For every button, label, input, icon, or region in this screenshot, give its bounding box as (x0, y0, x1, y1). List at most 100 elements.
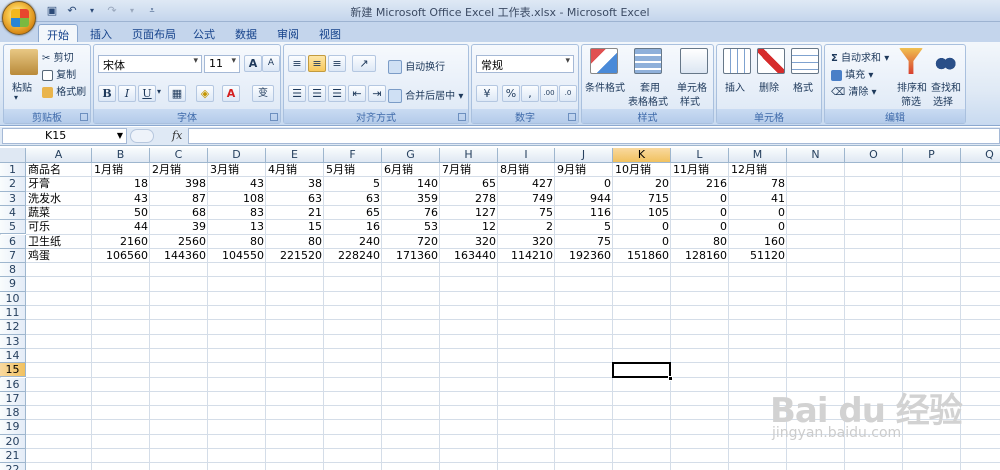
column-header-j[interactable]: J (555, 148, 613, 163)
column-header-d[interactable]: D (208, 148, 266, 163)
cell-i2[interactable]: 427 (498, 177, 555, 191)
name-box[interactable]: K15 ▼ (2, 128, 127, 144)
cell-h1[interactable]: 7月销 (440, 163, 498, 177)
cell-b7[interactable]: 106560 (92, 249, 150, 263)
paste-dropdown-icon[interactable]: ▾ (14, 93, 18, 102)
cell-f1[interactable]: 5月销 (324, 163, 382, 177)
cell-l5[interactable]: 0 (671, 220, 729, 234)
cell-m1[interactable]: 12月销 (729, 163, 787, 177)
alignment-launcher-icon[interactable] (458, 113, 466, 121)
column-header-e[interactable]: E (266, 148, 324, 163)
select-all-corner[interactable] (0, 148, 26, 163)
column-header-n[interactable]: N (787, 148, 845, 163)
row-header-2[interactable]: 2 (0, 177, 26, 192)
find-select-button-2[interactable]: 选择 (933, 93, 953, 108)
align-center-icon[interactable]: ☰ (308, 85, 326, 102)
row-header-3[interactable]: 3 (0, 191, 26, 206)
cell-k1[interactable]: 10月销 (613, 163, 671, 177)
delete-cells-button[interactable]: 删除 (759, 79, 779, 94)
underline-dropdown-icon[interactable]: ▾ (157, 87, 161, 96)
tab-insert[interactable]: 插入 (82, 24, 120, 42)
row-header-14[interactable]: 14 (0, 348, 26, 364)
align-bottom-icon[interactable]: ≡ (328, 55, 346, 72)
column-header-p[interactable]: P (903, 148, 961, 163)
underline-button[interactable]: U (138, 85, 156, 102)
cell-d5[interactable]: 13 (208, 220, 266, 234)
formula-input[interactable] (188, 128, 1000, 144)
cell-l4[interactable]: 0 (671, 206, 729, 220)
cell-c1[interactable]: 2月销 (150, 163, 208, 177)
cell-b6[interactable]: 2160 (92, 235, 150, 249)
row-header-7[interactable]: 7 (0, 248, 26, 264)
cell-h7[interactable]: 163440 (440, 249, 498, 263)
fill-color-icon[interactable]: ◈ (196, 85, 214, 102)
cut-button[interactable]: ✂ 剪切 (42, 49, 74, 64)
cell-c2[interactable]: 398 (150, 177, 208, 191)
shrink-font-button[interactable]: A (262, 55, 280, 72)
cell-d3[interactable]: 108 (208, 192, 266, 206)
cell-b1[interactable]: 1月销 (92, 163, 150, 177)
cell-d2[interactable]: 43 (208, 177, 266, 191)
office-button[interactable] (2, 1, 36, 35)
cell-l6[interactable]: 80 (671, 235, 729, 249)
cell-m2[interactable]: 78 (729, 177, 787, 191)
row-header-10[interactable]: 10 (0, 291, 26, 306)
cell-c6[interactable]: 2560 (150, 235, 208, 249)
cell-c7[interactable]: 144360 (150, 249, 208, 263)
cell-k7[interactable]: 151860 (613, 249, 671, 263)
row-header-17[interactable]: 17 (0, 391, 26, 407)
cell-i1[interactable]: 8月销 (498, 163, 555, 177)
column-header-k[interactable]: K (613, 148, 671, 163)
font-launcher-icon[interactable] (270, 113, 278, 121)
cell-m4[interactable]: 0 (729, 206, 787, 220)
conditional-formatting-button[interactable]: 条件格式 (585, 79, 625, 94)
grow-font-button[interactable]: A (244, 55, 262, 72)
cell-g4[interactable]: 76 (382, 206, 440, 220)
italic-button[interactable]: I (118, 85, 136, 102)
align-right-icon[interactable]: ☰ (328, 85, 346, 102)
cell-e3[interactable]: 63 (266, 192, 324, 206)
cell-k3[interactable]: 715 (613, 192, 671, 206)
font-size-combo[interactable]: 11 ▾ (204, 55, 240, 73)
row-header-8[interactable]: 8 (0, 263, 26, 278)
cell-k5[interactable]: 0 (613, 220, 671, 234)
cell-h2[interactable]: 65 (440, 177, 498, 191)
cell-d4[interactable]: 83 (208, 206, 266, 220)
cell-styles-button-2[interactable]: 样式 (680, 93, 700, 108)
borders-icon[interactable]: ▦ (168, 85, 186, 102)
cell-j1[interactable]: 9月销 (555, 163, 613, 177)
format-as-table-button[interactable]: 套用 (640, 79, 660, 94)
decrease-decimal-button[interactable]: .0 (559, 85, 577, 102)
align-top-icon[interactable]: ≡ (288, 55, 306, 72)
cell-b2[interactable]: 18 (92, 177, 150, 191)
tab-page-layout[interactable]: 页面布局 (124, 24, 184, 42)
cell-j2[interactable]: 0 (555, 177, 613, 191)
cell-m6[interactable]: 160 (729, 235, 787, 249)
column-header-m[interactable]: M (729, 148, 787, 163)
cell-c5[interactable]: 39 (150, 220, 208, 234)
cell-c3[interactable]: 87 (150, 192, 208, 206)
number-format-combo[interactable]: 常规 ▾ (476, 55, 574, 73)
cell-i3[interactable]: 749 (498, 192, 555, 206)
tab-view[interactable]: 视图 (311, 24, 349, 42)
cell-i5[interactable]: 2 (498, 220, 555, 234)
cell-a5[interactable]: 可乐 (26, 220, 92, 234)
cell-f2[interactable]: 5 (324, 177, 382, 191)
align-middle-icon[interactable]: ≡ (308, 55, 326, 72)
column-header-g[interactable]: G (382, 148, 440, 163)
cell-f3[interactable]: 63 (324, 192, 382, 206)
decrease-indent-icon[interactable]: ⇤ (348, 85, 366, 102)
insert-cells-button[interactable]: 插入 (725, 79, 745, 94)
cell-styles-button[interactable]: 单元格 (677, 79, 707, 94)
cell-a6[interactable]: 卫生纸 (26, 235, 92, 249)
row-header-22[interactable]: 22 (0, 463, 26, 470)
cell-f6[interactable]: 240 (324, 235, 382, 249)
tab-data[interactable]: 数据 (227, 24, 265, 42)
wrap-text-button[interactable]: 自动换行 (388, 58, 445, 74)
currency-icon[interactable]: ¥ (476, 85, 498, 102)
cell-a4[interactable]: 蔬菜 (26, 206, 92, 220)
row-header-9[interactable]: 9 (0, 277, 26, 292)
row-header-11[interactable]: 11 (0, 306, 26, 321)
orientation-icon[interactable]: ↗ (352, 55, 376, 72)
column-header-l[interactable]: L (671, 148, 729, 163)
